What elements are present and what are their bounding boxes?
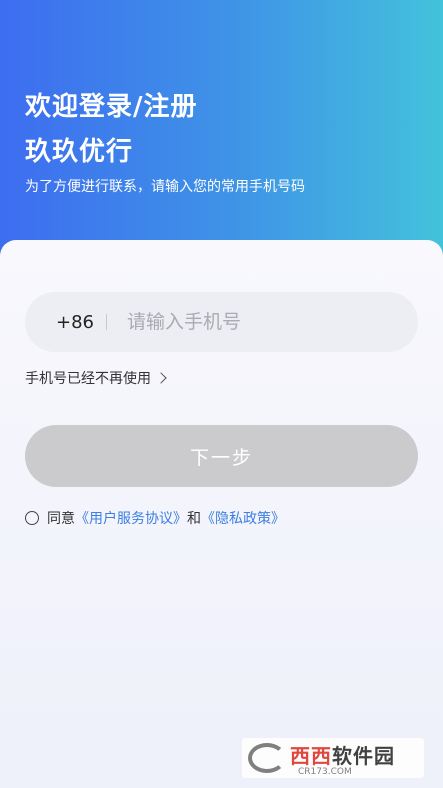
privacy-link[interactable]: 《隐私政策》 bbox=[201, 508, 285, 528]
phone-field[interactable]: +86 bbox=[25, 292, 418, 352]
watermark-main: 西西 bbox=[290, 743, 332, 768]
phone-no-longer-used-label: 手机号已经不再使用 bbox=[25, 371, 151, 387]
watermark-logo: 西西软件园 CR173.COM bbox=[242, 738, 424, 778]
agree-and: 和 bbox=[187, 511, 201, 527]
watermark-text: 西西软件园 CR173.COM bbox=[290, 740, 395, 777]
watermark-sub: CR173.COM bbox=[298, 766, 352, 777]
phone-input[interactable] bbox=[127, 311, 387, 333]
welcome-title: 欢迎登录/注册 bbox=[25, 92, 198, 122]
agree-radio[interactable] bbox=[25, 511, 39, 525]
chevron-right-icon bbox=[155, 372, 167, 384]
header-subtitle: 为了方便进行联系，请输入您的常用手机号码 bbox=[25, 179, 305, 195]
terms-link[interactable]: 《用户服务协议》 bbox=[75, 508, 187, 528]
phone-no-longer-used-link[interactable]: 手机号已经不再使用 bbox=[25, 368, 167, 388]
brand-name: 玖玖优行 bbox=[25, 137, 134, 167]
watermark-c-icon bbox=[248, 743, 286, 773]
watermark-main2: 软件园 bbox=[332, 743, 395, 768]
next-step-button[interactable]: 下一步 bbox=[25, 425, 418, 487]
field-divider bbox=[106, 314, 107, 330]
agree-prefix: 同意 bbox=[47, 511, 75, 527]
country-code-selector[interactable]: +86 bbox=[56, 312, 96, 333]
agreement-row: 同意 《用户服务协议》 和 《隐私政策》 bbox=[25, 508, 285, 528]
